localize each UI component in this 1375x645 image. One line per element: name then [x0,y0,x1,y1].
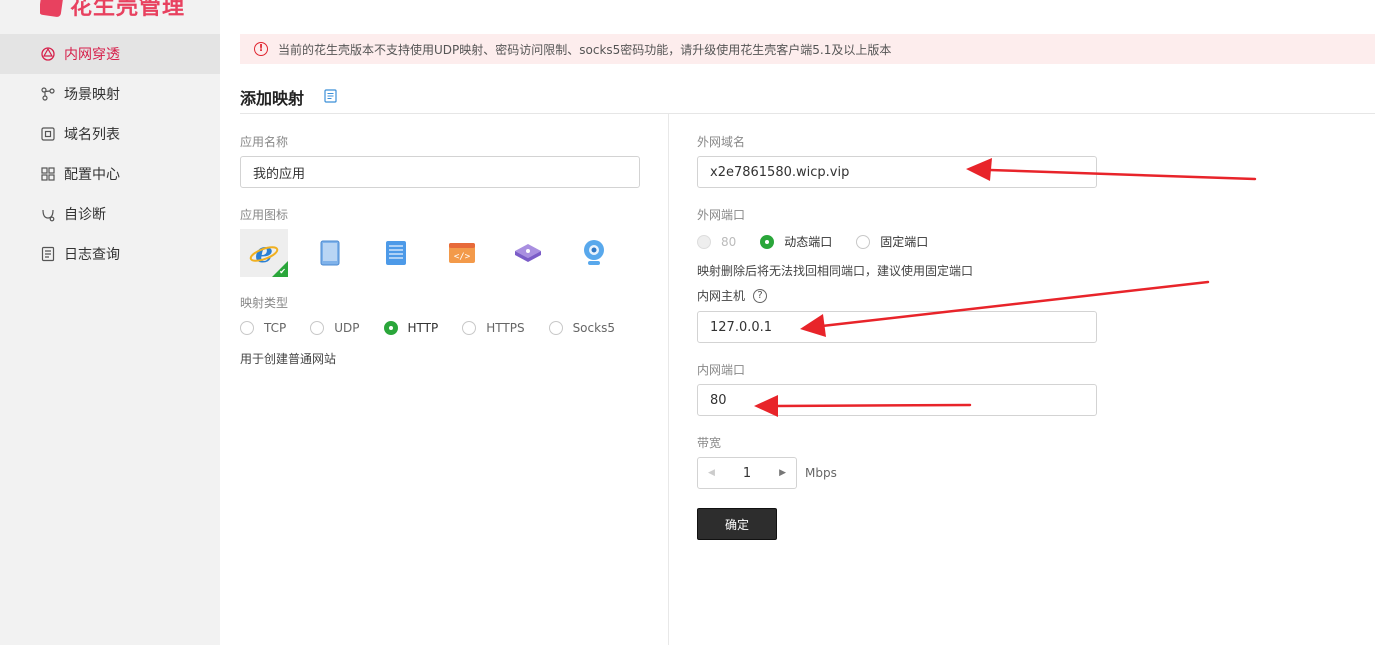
radio-label: HTTP [407,321,439,335]
check-icon: ✔ [279,267,286,276]
radio-circle [462,321,477,335]
radio-port-80[interactable]: 80 [697,234,737,249]
radio-circle [856,234,871,249]
sidebar-item-label: 配置中心 [64,167,120,183]
config-center-icon [40,166,56,182]
sidebar-item-domain-list[interactable]: 域名列表 [0,114,220,154]
sidebar-item-scene-map[interactable]: 场景映射 [0,74,220,114]
server-icon [386,241,406,265]
app-icon-option-tablet[interactable] [306,229,354,277]
app-icon-option-code[interactable]: </> [438,229,486,277]
brand-logo[interactable]: 花生壳管理 [40,0,185,18]
sidebar: 花生壳管理 内网穿透 场景映射 域名列表 配置中心 自诊断 日志查询 [0,0,220,645]
domain-list-icon [40,126,56,142]
external-port-radio-group: 80 动态端口 固定端口 [697,233,952,250]
radio-udp[interactable]: UDP [310,321,360,335]
brand-name: 花生壳管理 [70,0,186,18]
radio-circle-disabled [697,234,711,249]
app-icon-option-router[interactable] [504,229,552,277]
radio-label: Socks5 [572,321,615,335]
scene-map-icon [40,86,56,102]
mapping-type-hint: 用于创建普通网站 [240,352,337,366]
log-query-icon [40,246,56,262]
code-window-icon: </> [449,243,475,263]
radio-circle-selected [383,321,398,335]
external-domain-input[interactable]: x2e7861580.wicp.vip [697,156,1097,188]
internal-host-label: 内网主机 [697,289,746,303]
radio-label: HTTPS [486,321,525,335]
network-penetration-icon [40,46,56,62]
webcam-icon [584,240,604,265]
alert-text: 当前的花生壳版本不支持使用UDP映射、密码访问限制、socks5密码功能，请升级… [278,42,892,57]
external-port-label: 外网端口 [697,208,746,222]
upgrade-alert: ! 当前的花生壳版本不支持使用UDP映射、密码访问限制、socks5密码功能，请… [240,34,1375,64]
radio-socks5[interactable]: Socks5 [548,321,615,335]
radio-circle [548,321,563,335]
sidebar-item-self-diagnose[interactable]: 自诊断 [0,194,220,234]
bandwidth-label: 带宽 [697,436,722,450]
internal-port-input[interactable]: 80 [697,384,1097,416]
radio-circle [240,321,254,335]
radio-https[interactable]: HTTPS [462,321,525,335]
sidebar-item-label: 场景映射 [64,87,120,103]
sidebar-item-label: 自诊断 [64,207,106,223]
svg-text:e: e [255,238,273,268]
sidebar-item-label: 域名列表 [64,127,120,143]
internal-port-label: 内网端口 [697,363,746,377]
warning-icon: ! [254,42,268,56]
tablet-icon [320,240,340,266]
document-icon[interactable] [324,89,337,103]
mapping-type-label: 映射类型 [240,296,289,310]
peanut-logo-icon [40,0,64,18]
help-icon[interactable]: ? [753,288,768,303]
bandwidth-stepper: ◀ 1 ▶ [697,457,797,489]
sidebar-item-config-center[interactable]: 配置中心 [0,154,220,194]
internal-host-label-row: 内网主机 ? [697,287,768,304]
app-icon-picker: e ✔ </> [240,229,636,277]
internal-host-input[interactable]: 127.0.0.1 [697,311,1097,343]
router-icon [515,244,541,262]
app-name-label: 应用名称 [240,135,289,149]
radio-fixed-port[interactable]: 固定端口 [856,233,928,250]
radio-label: 固定端口 [880,235,929,249]
page-title: 添加映射 [240,89,305,108]
app-icon-option-ie[interactable]: e ✔ [240,229,288,277]
radio-http[interactable]: HTTP [383,321,439,335]
radio-label: 动态端口 [784,235,833,249]
radio-tcp[interactable]: TCP [240,321,286,335]
sidebar-item-log-query[interactable]: 日志查询 [0,234,220,274]
app-icon-option-webcam[interactable] [570,229,618,277]
sidebar-item-label: 日志查询 [64,247,120,263]
bandwidth-unit: Mbps [805,466,837,480]
svg-text:</>: </> [454,252,471,262]
sidebar-item-label: 内网穿透 [64,47,120,63]
external-domain-label: 外网域名 [697,135,746,149]
self-diagnose-icon [40,206,56,222]
sidebar-nav: 内网穿透 场景映射 域名列表 配置中心 自诊断 日志查询 [0,34,220,274]
mapping-type-radio-group: TCP UDP HTTP HTTPS Socks5 [240,321,615,335]
radio-label: UDP [334,321,360,335]
app-icon-label: 应用图标 [240,208,289,222]
radio-dynamic-port[interactable]: 动态端口 [760,233,832,250]
radio-label: TCP [264,321,287,335]
title-divider [240,113,1375,114]
radio-label: 80 [721,234,737,249]
bandwidth-value[interactable]: 1 [743,466,751,481]
increment-arrow-icon[interactable]: ▶ [779,468,786,478]
external-port-hint: 映射删除后将无法找回相同端口，建议使用固定端口 [697,264,974,278]
radio-circle-selected [760,234,775,249]
app-icon-option-server[interactable] [372,229,420,277]
decrement-arrow-icon[interactable]: ◀ [708,468,715,478]
confirm-button[interactable]: 确定 [697,508,777,540]
column-divider [668,114,669,645]
radio-circle [310,321,325,335]
sidebar-item-network-penetration[interactable]: 内网穿透 [0,34,220,74]
app-name-input[interactable]: 我的应用 [240,156,640,188]
